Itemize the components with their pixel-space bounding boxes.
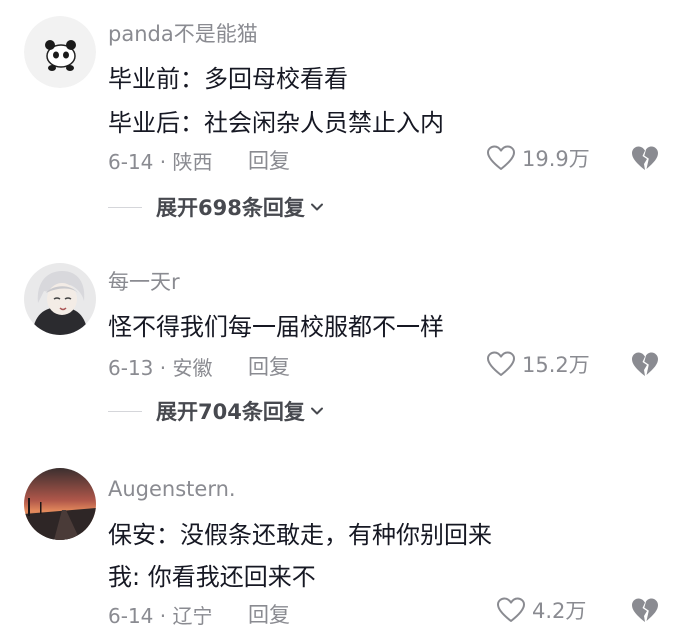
broken-heart-icon: [632, 146, 658, 170]
comment-item: Augenstern. 保安：没假条还敢走，有种你别回来 我: 你看我还回来不 …: [0, 446, 690, 631]
panda-avatar-icon: [24, 16, 96, 88]
dislike-button[interactable]: [630, 595, 660, 625]
reply-button[interactable]: 回复: [248, 145, 290, 175]
sunset-road-avatar-icon: [24, 468, 96, 540]
dislike-button[interactable]: [630, 349, 660, 379]
like-count: 4.2万: [532, 599, 587, 623]
broken-heart-icon: [632, 352, 658, 376]
comment-item: panda不是能猫 毕业前：多回母校看看 毕业后：社会闲杂人员禁止入内 6-14…: [0, 0, 690, 230]
comment-date-location: 6-14 · 辽宁: [108, 604, 213, 628]
like-button[interactable]: 19.9万: [486, 143, 590, 173]
comment-text-line: 保安：没假条还敢走，有种你别回来: [108, 521, 492, 549]
chevron-down-icon: [310, 203, 323, 211]
username[interactable]: panda不是能猫: [108, 18, 258, 48]
reply-button[interactable]: 回复: [248, 599, 290, 629]
expand-replies-label: 展开698条回复: [156, 196, 305, 220]
comment-item: 每一天r 怪不得我们每一届校服都不一样 6-13 · 安徽 回复 15.2万 展…: [0, 230, 690, 446]
username[interactable]: Augenstern.: [108, 477, 236, 501]
heart-icon: [487, 351, 515, 376]
comment-text-line: 怪不得我们每一届校服都不一样: [108, 313, 444, 341]
anime-character-avatar-icon: [24, 263, 96, 335]
comment-date-location: 6-14 · 陕西: [108, 150, 213, 174]
avatar[interactable]: [24, 468, 96, 540]
like-count: 19.9万: [522, 147, 590, 171]
heart-icon: [497, 597, 525, 622]
comment-text-line: 毕业后：社会闲杂人员禁止入内: [108, 109, 444, 137]
expand-replies-button[interactable]: 展开704条回复: [108, 396, 325, 426]
like-count: 15.2万: [522, 353, 590, 377]
comment-text-line: 毕业前：多回母校看看: [108, 65, 348, 93]
broken-heart-icon: [632, 598, 658, 622]
like-button[interactable]: 4.2万: [496, 595, 586, 625]
heart-icon: [487, 145, 515, 170]
dislike-button[interactable]: [630, 143, 660, 173]
comment-date-location: 6-13 · 安徽: [108, 356, 213, 380]
divider: [108, 206, 142, 208]
avatar[interactable]: [24, 16, 96, 88]
chevron-down-icon: [310, 407, 323, 415]
reply-button[interactable]: 回复: [248, 351, 290, 381]
username[interactable]: 每一天r: [108, 266, 180, 296]
expand-replies-button[interactable]: 展开698条回复: [108, 192, 325, 222]
divider: [108, 410, 142, 412]
expand-replies-label: 展开704条回复: [156, 400, 305, 424]
like-button[interactable]: 15.2万: [486, 349, 590, 379]
avatar[interactable]: [24, 263, 96, 335]
comment-text-line: 我: 你看我还回来不: [108, 563, 316, 591]
